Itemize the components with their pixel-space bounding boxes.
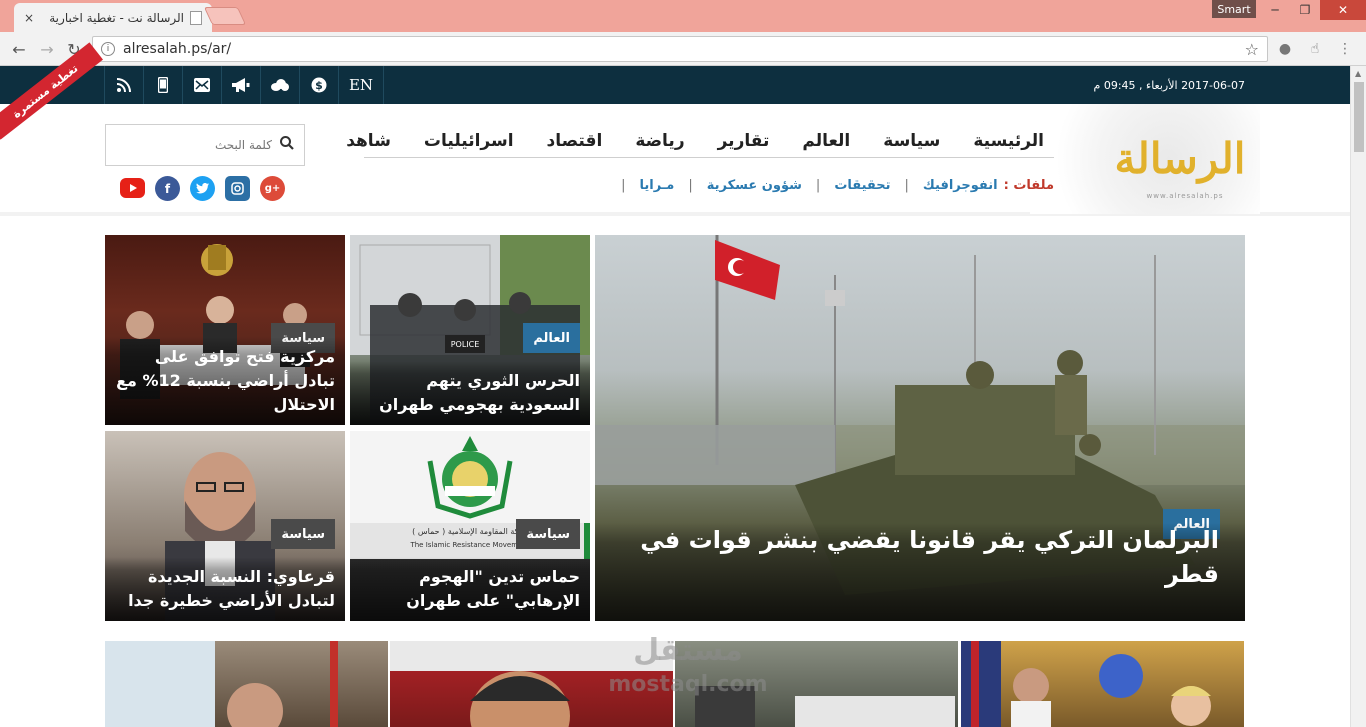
instagram-icon[interactable] <box>225 176 250 201</box>
sub-nav-separator: | <box>904 177 909 193</box>
news-card-title[interactable]: حماس تدين "الهجوم الإرهابي" على طهران <box>350 557 590 621</box>
search-input[interactable] <box>116 138 272 152</box>
sub-nav-infographic[interactable]: انفوجرافيك <box>923 178 998 193</box>
mobile-icon[interactable] <box>143 66 182 104</box>
news-card[interactable]: POLICE العالم الحرس الثوري يتهم السعودية… <box>350 235 590 425</box>
nav-item-reports[interactable]: تقارير <box>718 131 770 151</box>
minimize-icon[interactable]: ─ <box>1260 0 1290 20</box>
sub-nav-mirrors[interactable]: مـرايا <box>640 178 675 193</box>
nav-item-world[interactable]: العالم <box>802 131 850 151</box>
nav-item-politics[interactable]: سياسة <box>883 131 940 151</box>
scroll-up-icon[interactable]: ▲ <box>1355 69 1361 78</box>
site-header: الرسالة www.alresalah.ps الرئيسية سياسة … <box>0 104 1350 216</box>
address-bar[interactable]: i alresalah.ps/ar/ ☆ <box>92 36 1268 62</box>
google-plus-icon[interactable]: g+ <box>260 176 285 201</box>
news-card-title[interactable]: قرعاوي: النسبة الجديدة لتبادل الأراضي خط… <box>105 557 345 621</box>
page-favicon-icon <box>190 10 202 25</box>
back-arrow-icon[interactable]: ← <box>8 38 30 60</box>
svg-text:$: $ <box>315 79 323 92</box>
news-card[interactable]: سياسة قرعاوي: النسبة الجديدة لتبادل الأر… <box>105 431 345 621</box>
top-icon-strip: $ EN <box>104 66 384 104</box>
nav-item-sports[interactable]: رياضة <box>635 131 684 151</box>
category-badge-world[interactable]: العالم <box>523 323 580 353</box>
svg-text:POLICE: POLICE <box>451 340 480 349</box>
sub-navigation: ملفات : انفوجرافيك | تحقيقات | شؤون عسكر… <box>560 174 1054 196</box>
news-card-title[interactable]: مركزية فتح توافق على تبادل أراضي بنسبة 1… <box>105 337 345 425</box>
nav-item-economy[interactable]: اقتصاد <box>547 131 603 151</box>
browser-toolbar: ← → ↻ i alresalah.ps/ar/ ☆ ● ☝ ⋮ <box>0 32 1366 66</box>
new-tab-button[interactable] <box>203 7 247 25</box>
browser-tab-strip: الرسالة نت - تغطية اخبارية × Smart ─ ❐ ✕ <box>0 0 1366 32</box>
extension-shield-icon[interactable]: ● <box>1276 40 1294 58</box>
cloud-icon[interactable] <box>260 66 299 104</box>
url-text: alresalah.ps/ar/ <box>123 41 232 57</box>
category-badge-politics[interactable]: سياسة <box>516 519 580 549</box>
profile-badge[interactable]: Smart <box>1212 0 1256 18</box>
featured-news-grid: العالم البرلمان التركي يقر قانونا يقضي ب… <box>105 235 1245 621</box>
facebook-icon[interactable]: f <box>155 176 180 201</box>
watermark-ar: مستقل <box>633 633 743 668</box>
featured-story-card[interactable]: العالم البرلمان التركي يقر قانونا يقضي ب… <box>595 235 1245 621</box>
site-logo[interactable]: الرسالة <box>1110 134 1250 189</box>
news-card-title[interactable]: الحرس الثوري يتهم السعودية بهجومي طهران <box>350 361 590 425</box>
files-label: ملفات : <box>1003 177 1054 193</box>
news-thumbnail[interactable] <box>961 641 1244 727</box>
sub-nav-investigations[interactable]: تحقيقات <box>834 178 890 193</box>
nav-item-watch[interactable]: شاهد <box>346 131 391 151</box>
news-thumbnail-image <box>961 641 1211 727</box>
nav-item-israeli-affairs[interactable]: اسرائيليات <box>424 131 514 151</box>
sub-nav-separator: | <box>688 177 693 193</box>
browser-tab-active[interactable]: الرسالة نت - تغطية اخبارية × <box>14 3 212 32</box>
current-datetime: 2017-06-07 الأربعاء , 09:45 م <box>1093 78 1245 92</box>
news-card[interactable]: سياسة مركزية فتح توافق على تبادل أراضي ب… <box>105 235 345 425</box>
watermark-en: mostaql.com <box>608 672 768 697</box>
mail-icon[interactable] <box>182 66 221 104</box>
maximize-icon[interactable]: ❐ <box>1290 0 1320 20</box>
search-box <box>105 124 305 166</box>
forward-arrow-icon[interactable]: → <box>36 38 58 60</box>
tab-close-icon[interactable]: × <box>24 11 34 25</box>
currency-icon[interactable]: $ <box>299 66 338 104</box>
language-toggle[interactable]: EN <box>338 66 384 104</box>
browser-menu-icon[interactable]: ⋮ <box>1336 40 1354 58</box>
site-info-icon[interactable]: i <box>101 42 115 56</box>
megaphone-icon[interactable] <box>221 66 260 104</box>
tab-title: الرسالة نت - تغطية اخبارية <box>49 10 184 25</box>
bookmark-star-icon[interactable]: ☆ <box>1245 40 1259 59</box>
main-navigation: الرئيسية سياسة العالم تقارير رياضة اقتصا… <box>346 124 1054 158</box>
scrollbar-thumb[interactable] <box>1354 82 1364 152</box>
social-links: f g+ <box>120 176 295 201</box>
nav-item-home[interactable]: الرئيسية <box>973 131 1044 151</box>
featured-story-title[interactable]: البرلمان التركي يقر قانونا يقضي بنشر قوا… <box>595 523 1245 621</box>
search-icon[interactable] <box>280 136 294 154</box>
mostaql-watermark: مستقل mostaql.com <box>598 634 778 714</box>
twitter-icon[interactable] <box>190 176 215 201</box>
extension-pointer-icon[interactable]: ☝ <box>1306 40 1324 58</box>
news-thumbnail-image <box>105 641 338 727</box>
close-window-icon[interactable]: ✕ <box>1320 0 1366 20</box>
logo-url: www.alresalah.ps <box>1146 192 1224 200</box>
rss-icon[interactable] <box>104 66 143 104</box>
sub-nav-separator: | <box>815 177 821 193</box>
sub-nav-military-affairs[interactable]: شؤون عسكرية <box>707 178 802 193</box>
news-card[interactable]: حركة المقاومة الإسلامية ( حماس ) The Isl… <box>350 431 590 621</box>
news-thumbnail[interactable] <box>105 641 388 727</box>
youtube-icon[interactable] <box>120 178 145 198</box>
category-badge-politics[interactable]: سياسة <box>271 519 335 549</box>
sub-nav-separator: | <box>621 177 626 193</box>
page-scrollbar[interactable]: ▲ <box>1350 66 1366 727</box>
